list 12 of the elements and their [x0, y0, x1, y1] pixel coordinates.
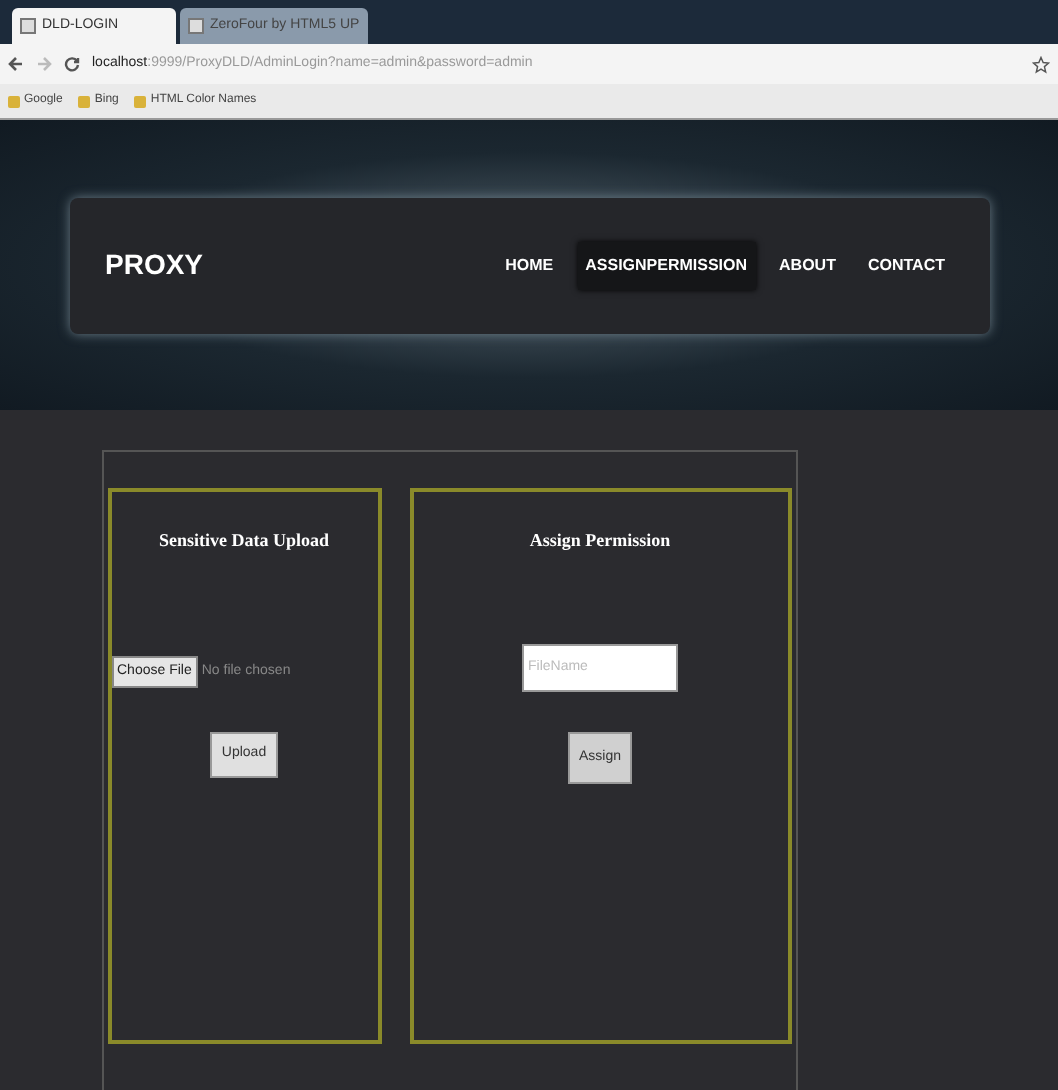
page-icon — [20, 18, 36, 34]
nav-link[interactable]: HOME — [497, 241, 562, 289]
nav-link[interactable]: CONTACT — [859, 241, 953, 289]
page-icon — [188, 18, 204, 34]
nav-link[interactable]: ABOUT — [771, 241, 844, 289]
reload-icon[interactable] — [64, 56, 80, 72]
panel-title: Sensitive Data Upload — [158, 528, 329, 554]
star-icon[interactable] — [1032, 55, 1050, 73]
nav-link[interactable]: ASSIGNPERMISSION — [577, 241, 756, 289]
back-icon[interactable] — [8, 56, 24, 72]
panel-title: Assign Permission — [529, 528, 671, 554]
site-logo: PROXY — [105, 246, 204, 284]
